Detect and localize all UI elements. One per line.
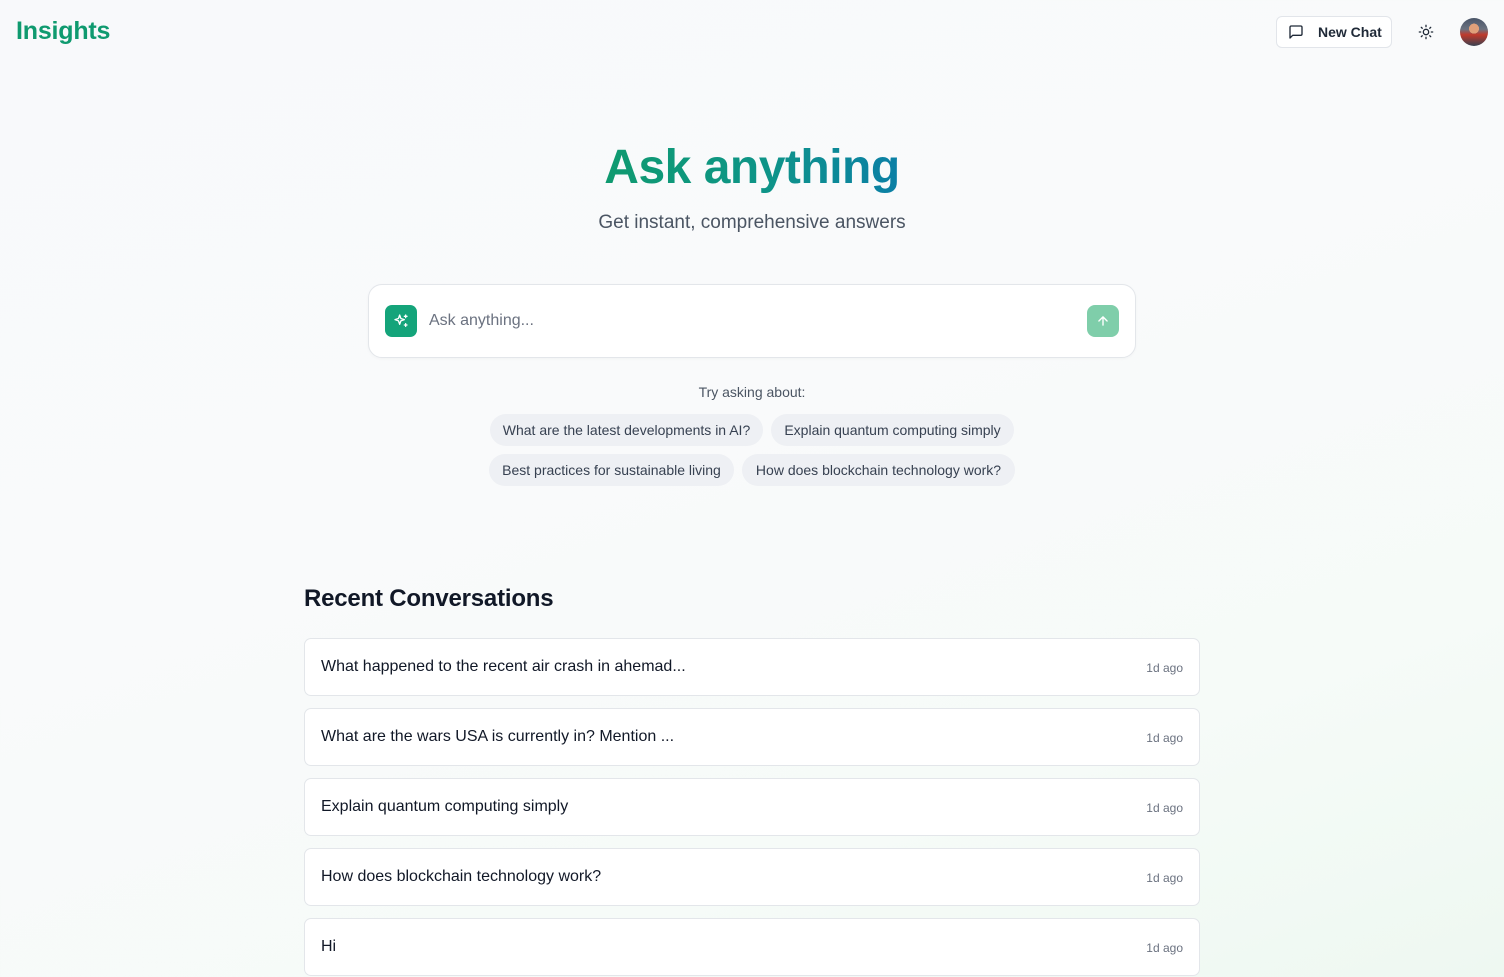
hero-subtitle: Get instant, comprehensive answers — [598, 212, 906, 233]
search-input[interactable] — [429, 307, 1069, 335]
new-chat-label: New Chat — [1318, 24, 1382, 40]
conversation-item[interactable]: Explain quantum computing simply 1d ago — [304, 778, 1200, 836]
new-chat-button[interactable]: New Chat — [1276, 16, 1392, 48]
conversation-title: Hi — [321, 938, 337, 955]
conversation-time: 1d ago — [1146, 871, 1183, 885]
conversation-time: 1d ago — [1146, 731, 1183, 745]
hero-title: Ask anything — [604, 141, 900, 194]
conversation-title: What happened to the recent air crash in… — [321, 658, 686, 675]
conversation-item[interactable]: What are the wars USA is currently in? M… — [304, 708, 1200, 766]
suggestion-chip[interactable]: Best practices for sustainable living — [489, 454, 734, 486]
conversation-time: 1d ago — [1146, 661, 1183, 675]
conversation-time: 1d ago — [1146, 801, 1183, 815]
message-square-icon — [1288, 24, 1304, 40]
conversation-title: What are the wars USA is currently in? M… — [321, 728, 675, 745]
arrow-up-icon — [1096, 314, 1110, 328]
sparkles-icon — [385, 305, 417, 337]
suggestions-label: Try asking about: — [698, 384, 806, 400]
send-button[interactable] — [1087, 305, 1119, 337]
sun-icon — [1418, 24, 1434, 40]
conversation-item[interactable]: Hi 1d ago — [304, 918, 1200, 976]
theme-toggle-button[interactable] — [1412, 18, 1440, 46]
conversation-time: 1d ago — [1146, 941, 1183, 955]
conversation-title: How does blockchain technology work? — [321, 868, 602, 885]
conversation-item[interactable]: How does blockchain technology work? 1d … — [304, 848, 1200, 906]
suggestion-chip[interactable]: How does blockchain technology work? — [742, 454, 1015, 486]
suggestion-chip[interactable]: What are the latest developments in AI? — [490, 414, 763, 446]
app-logo[interactable]: Insights — [16, 17, 110, 46]
conversation-list: What happened to the recent air crash in… — [304, 638, 1200, 977]
suggestion-chip[interactable]: Explain quantum computing simply — [771, 414, 1014, 446]
recent-conversations-heading: Recent Conversations — [304, 585, 554, 612]
user-avatar[interactable] — [1460, 18, 1488, 46]
search-box — [368, 284, 1136, 358]
conversation-title: Explain quantum computing simply — [321, 798, 569, 815]
top-bar: Insights New Chat — [0, 0, 1504, 64]
conversation-item[interactable]: What happened to the recent air crash in… — [304, 638, 1200, 696]
